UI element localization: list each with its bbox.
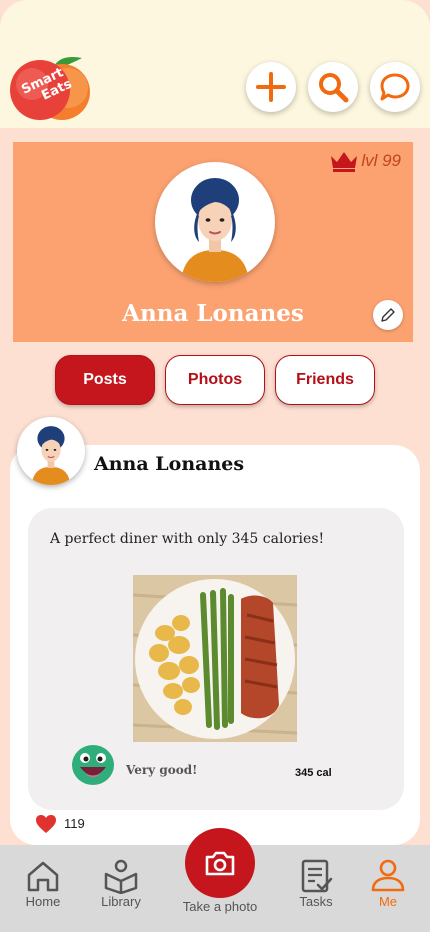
level-badge: lvl 99 [329,150,401,172]
post-author-name[interactable]: Anna Lonanes [94,453,244,475]
nav-home[interactable]: Home [24,858,62,909]
book-icon [104,859,138,894]
chat-bubble-icon [380,73,410,101]
search-icon [319,73,349,103]
post-text: A perfect diner with only 345 calories! [50,531,325,547]
calorie-count: 345 cal [295,767,332,779]
messages-button[interactable] [370,62,420,112]
checklist-icon [301,859,333,893]
take-photo-button[interactable] [185,828,255,898]
profile-avatar[interactable] [155,162,275,282]
nav-library[interactable]: Library [98,858,144,909]
home-icon [27,861,59,892]
food-photo[interactable] [133,575,297,742]
nav-library-label: Library [101,894,141,909]
tab-friends[interactable]: Friends [275,355,375,405]
pencil-icon [381,308,395,322]
tab-photos[interactable]: Photos [165,355,265,405]
profile-name: Anna Lonanes [122,300,304,327]
heart-icon[interactable] [35,814,57,834]
tab-posts[interactable]: Posts [55,355,155,405]
take-photo-label: Take a photo [182,899,258,914]
plus-icon [256,72,286,102]
add-button[interactable] [246,62,296,112]
rating-label: Very good! [126,763,198,777]
profile-card: lvl 99 Anna Lonanes [13,142,413,342]
nav-tasks[interactable]: Tasks [296,858,336,909]
edit-profile-button[interactable] [373,300,403,330]
search-button[interactable] [308,62,358,112]
level-text: lvl 99 [361,151,401,170]
nav-me[interactable]: Me [368,858,408,909]
nav-tasks-label: Tasks [299,894,333,909]
top-bar: Smart Eats [0,0,430,128]
crown-icon [331,152,358,172]
post-author-avatar[interactable] [17,417,85,485]
nav-home-label: Home [25,894,61,909]
smart-eats-logo[interactable]: Smart Eats [8,54,94,120]
camera-icon [205,851,235,876]
user-icon [371,859,405,892]
like-count: 119 [64,816,85,831]
nav-me-label: Me [378,894,398,909]
smiley-face-icon [72,745,114,785]
